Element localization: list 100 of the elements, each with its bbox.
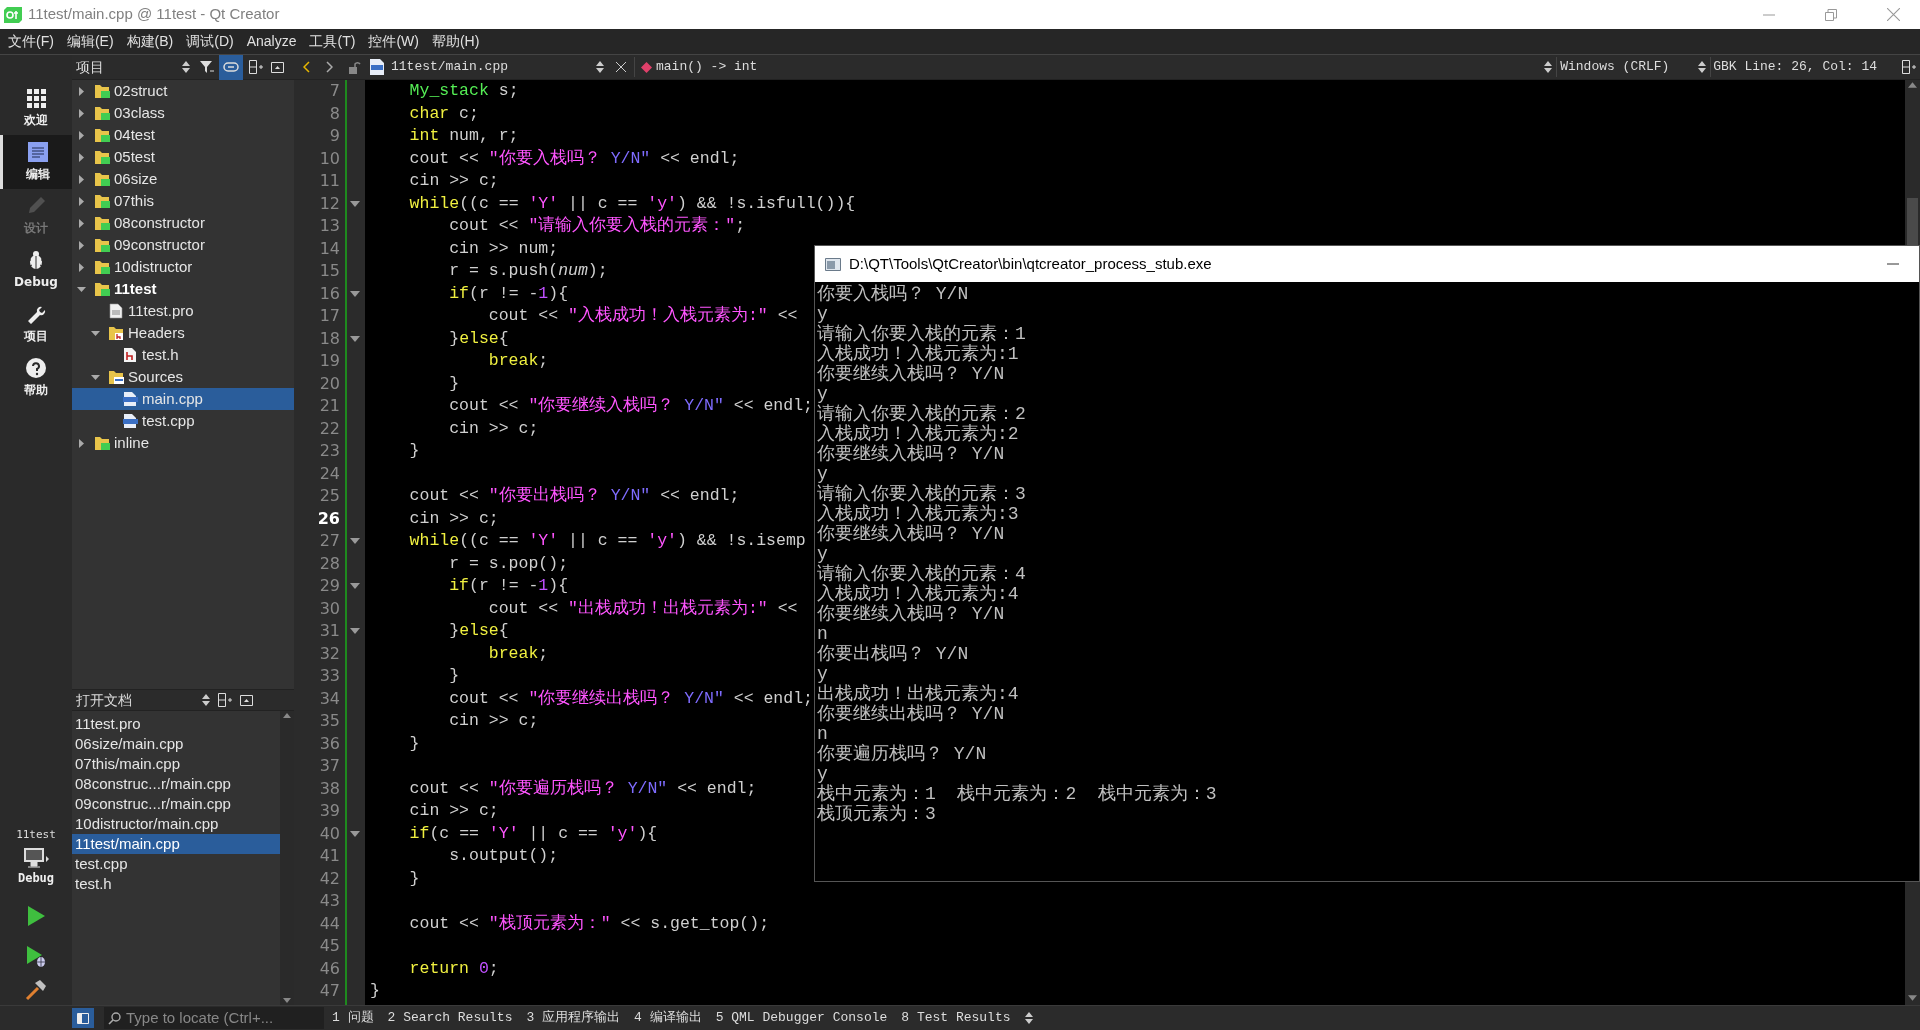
scroll-down-icon[interactable] [283, 998, 291, 1003]
sync-toggle[interactable] [219, 54, 243, 80]
file-selector[interactable]: 11test/main.cpp [391, 57, 596, 77]
locate-field[interactable]: Type to locate (Ctrl+... [104, 1007, 324, 1029]
menu-item[interactable]: 控件(W) [368, 31, 419, 52]
collapse-arrow-icon[interactable] [77, 218, 86, 228]
tree-item[interactable]: 03class [72, 102, 294, 124]
tree-item[interactable]: 11test [72, 278, 294, 300]
mode-button[interactable]: 项目 [0, 297, 72, 351]
tree-item[interactable]: 08constructor [72, 212, 294, 234]
restore-icon[interactable] [1825, 8, 1837, 21]
mode-button[interactable]: 帮助 [0, 351, 72, 405]
fold-icon[interactable] [350, 628, 360, 635]
split-icon[interactable] [1902, 60, 1916, 74]
mode-button[interactable]: 编辑 [0, 135, 72, 189]
scrollbar[interactable] [280, 711, 294, 1005]
run-icon[interactable] [26, 905, 46, 927]
menu-item[interactable]: 帮助(H) [431, 31, 480, 52]
close-icon[interactable] [616, 62, 626, 72]
back-icon[interactable] [303, 61, 310, 73]
menu-item[interactable]: 工具(T) [309, 31, 356, 52]
sort-arrows-icon[interactable] [202, 694, 210, 706]
hammer-icon[interactable] [25, 979, 47, 1001]
collapse-arrow-icon[interactable] [77, 262, 86, 272]
menu-item[interactable]: 调试(D) [186, 31, 234, 52]
menu-item[interactable]: 构建(B) [126, 31, 174, 52]
fold-icon[interactable] [350, 200, 360, 207]
collapse-arrow-icon[interactable] [77, 174, 86, 184]
debug-run-icon[interactable] [25, 945, 47, 967]
sidebar-toggle[interactable] [72, 1008, 94, 1028]
dropdown-arrows-icon[interactable] [1544, 61, 1553, 73]
tree-item[interactable]: 05test [72, 146, 294, 168]
scroll-up-icon[interactable] [283, 713, 291, 718]
fold-icon[interactable] [350, 830, 360, 837]
document-item[interactable]: 10distructor/main.cpp [72, 814, 280, 834]
tree-item[interactable]: 11test.pro [72, 300, 294, 322]
pane-arrows-icon[interactable] [1024, 1012, 1033, 1024]
cursor-position[interactable]: GBK Line: 26, Col: 14 [1713, 57, 1877, 77]
document-item[interactable]: 07this/main.cpp [72, 754, 280, 774]
scroll-up-icon[interactable] [1908, 82, 1917, 88]
output-pane-tab[interactable]: 8 Test Results [901, 1008, 1011, 1028]
fold-icon[interactable] [350, 583, 360, 590]
collapse-arrow-icon[interactable] [77, 152, 86, 162]
fold-icon[interactable] [350, 335, 360, 342]
collapse-arrow-icon[interactable] [77, 196, 86, 206]
tree-item[interactable]: 10distructor [72, 256, 294, 278]
split-icon[interactable] [218, 693, 232, 707]
tree-item[interactable]: 09constructor [72, 234, 294, 256]
tree-item[interactable]: 02struct [72, 80, 294, 102]
close-pane-icon[interactable] [240, 694, 253, 706]
output-pane-tab[interactable]: 1 问题 [332, 1008, 374, 1028]
expand-arrow-icon[interactable] [77, 284, 86, 294]
symbol-selector[interactable]: main() -> int [656, 57, 758, 77]
document-item[interactable]: 06size/main.cpp [72, 734, 280, 754]
tree-item[interactable]: test.cpp [72, 410, 294, 432]
code-line: cin >> c; [408, 800, 499, 822]
expand-arrow-icon[interactable] [91, 328, 100, 338]
output-pane-tab[interactable]: 5 QML Debugger Console [715, 1008, 888, 1028]
output-pane-tab[interactable]: 2 Search Results [387, 1008, 513, 1028]
mode-button[interactable]: 欢迎 [0, 81, 72, 135]
tree-item[interactable]: test.h [72, 344, 294, 366]
lock-icon[interactable] [349, 60, 361, 74]
scroll-thumb[interactable] [1907, 198, 1918, 248]
forward-icon[interactable] [326, 61, 333, 73]
expand-arrow-icon[interactable] [91, 372, 100, 382]
tree-item[interactable]: Headers [72, 322, 294, 344]
fold-icon[interactable] [350, 290, 360, 297]
tree-item[interactable]: inline [72, 432, 294, 454]
document-item[interactable]: test.cpp [72, 854, 280, 874]
mode-button[interactable]: Debug [0, 243, 72, 297]
tree-item[interactable]: main.cpp [72, 388, 294, 410]
split-icon[interactable] [249, 60, 263, 74]
document-item[interactable]: 11test/main.cpp [72, 834, 280, 854]
collapse-arrow-icon[interactable] [77, 130, 86, 140]
output-pane-tab[interactable]: 4 编译输出 [634, 1008, 702, 1028]
collapse-arrow-icon[interactable] [77, 108, 86, 118]
dropdown-arrows-icon[interactable] [1698, 61, 1707, 73]
fold-icon[interactable] [350, 538, 360, 545]
document-item[interactable]: test.h [72, 874, 280, 894]
tree-item[interactable]: Sources [72, 366, 294, 388]
sort-arrows-icon[interactable] [182, 61, 190, 73]
menu-item[interactable]: 编辑(E) [66, 31, 114, 52]
tree-item[interactable]: 04test [72, 124, 294, 146]
tree-item[interactable]: 06size [72, 168, 294, 190]
document-item[interactable]: 09construc...r/main.cpp [72, 794, 280, 814]
document-item[interactable]: 11test.pro [72, 714, 280, 734]
dropdown-arrows-icon[interactable] [596, 61, 604, 73]
menu-item[interactable]: 文件(F) [8, 31, 54, 52]
collapse-arrow-icon[interactable] [77, 86, 86, 96]
filter-icon[interactable] [200, 60, 214, 74]
tree-item[interactable]: 07this [72, 190, 294, 212]
kit-selector[interactable]: Debug [17, 847, 55, 887]
close-pane-icon[interactable] [271, 61, 284, 73]
line-ending-selector[interactable]: Windows (CRLF) [1560, 57, 1699, 77]
menu-item[interactable]: Analyze [246, 31, 297, 52]
collapse-arrow-icon[interactable] [77, 240, 86, 250]
output-pane-tab[interactable]: 3 应用程序输出 [526, 1008, 621, 1028]
scroll-down-icon[interactable] [1908, 995, 1917, 1001]
collapse-arrow-icon[interactable] [77, 438, 86, 448]
document-item[interactable]: 08construc...r/main.cpp [72, 774, 280, 794]
